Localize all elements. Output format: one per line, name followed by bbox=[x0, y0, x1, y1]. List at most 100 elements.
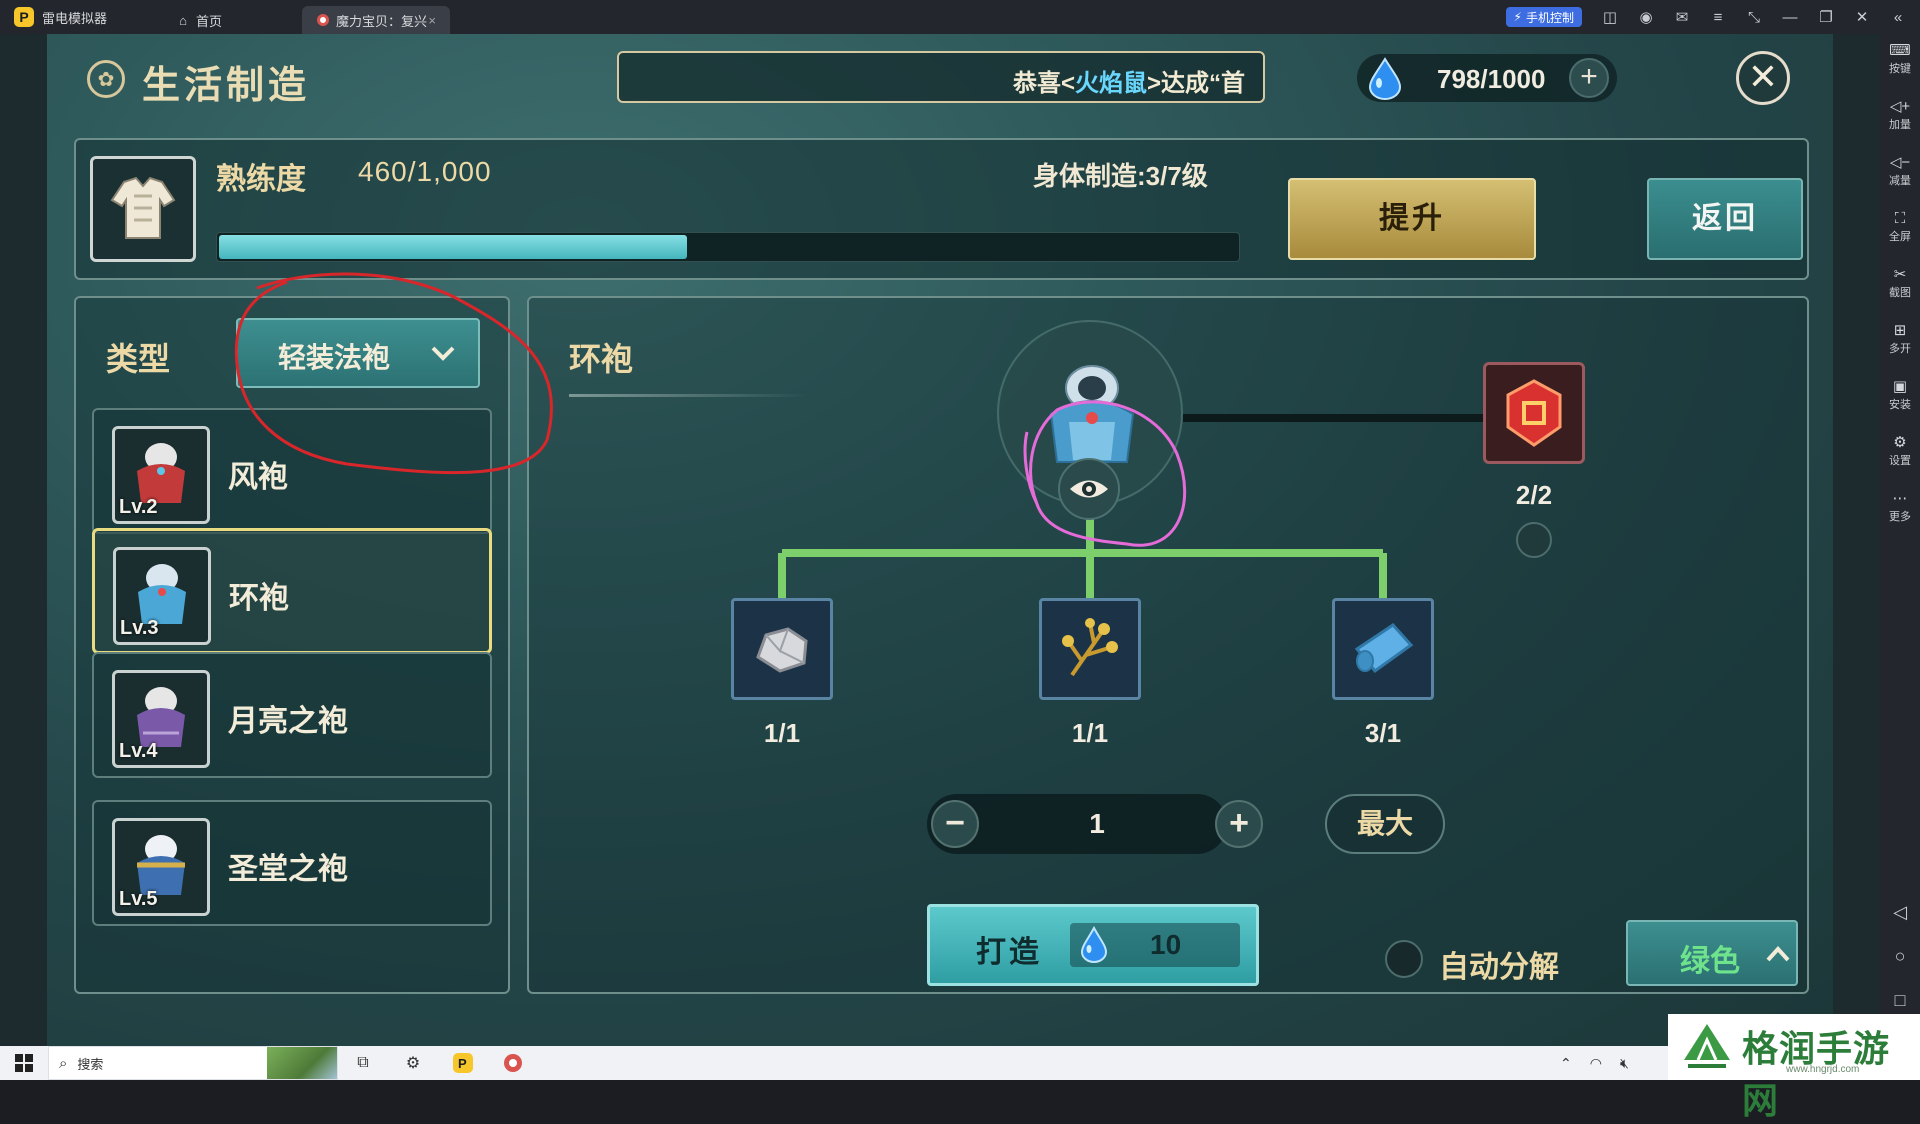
energy-add-button[interactable]: + bbox=[1569, 58, 1609, 98]
watermark-logo bbox=[1684, 1024, 1730, 1068]
volume-up-icon: ◁+ bbox=[1889, 98, 1911, 115]
game-border-right bbox=[1833, 34, 1880, 1046]
preview-eye-button[interactable] bbox=[1058, 458, 1120, 520]
game-icon bbox=[316, 13, 330, 27]
crafting-emblem-icon: ✿ bbox=[87, 60, 125, 98]
tab-home[interactable]: ⌂ 首页 bbox=[162, 6, 302, 34]
system-tray: ⌃ ◠ 🔇︎ bbox=[1560, 1046, 1629, 1080]
sidebar-item-screenshot[interactable]: ✂ 截图 bbox=[1880, 266, 1920, 300]
material-slot-herb[interactable] bbox=[1039, 598, 1141, 700]
search-icon: ⌕ bbox=[59, 1054, 68, 1072]
game-app-icon[interactable] bbox=[488, 1046, 538, 1080]
quantity-minus-button[interactable]: − bbox=[931, 800, 979, 848]
max-quantity-button[interactable]: 最大 bbox=[1325, 794, 1445, 854]
material-slot-cloth[interactable] bbox=[1332, 598, 1434, 700]
sidebar-item-multi[interactable]: ⊞ 多开 bbox=[1880, 322, 1920, 356]
sidebar-item-more[interactable]: ⋯ 更多 bbox=[1880, 490, 1920, 524]
mail-icon[interactable]: ✉ bbox=[1668, 3, 1696, 31]
red-gem-icon bbox=[1506, 379, 1562, 447]
tab-close-icon[interactable]: × bbox=[428, 13, 436, 28]
recipe-item-moon-robe[interactable]: Lv.4 月亮之袍 bbox=[92, 652, 492, 778]
restore-icon[interactable]: ❐ bbox=[1812, 3, 1840, 31]
robe-icon: Lv.4 bbox=[112, 670, 210, 768]
recipe-level: Lv.2 bbox=[119, 496, 158, 518]
robe-icon: Lv.2 bbox=[112, 426, 210, 524]
chevron-down-icon bbox=[431, 346, 455, 361]
wifi-icon[interactable]: ◠ bbox=[1590, 1055, 1602, 1072]
back-nav-icon[interactable]: ◁ bbox=[1880, 902, 1920, 923]
recipe-level: Lv.3 bbox=[120, 617, 159, 639]
gem-slot[interactable] bbox=[1483, 362, 1585, 464]
craft-button[interactable]: 打造 10 bbox=[927, 904, 1259, 986]
more-icon: ⋯ bbox=[1892, 490, 1908, 507]
auto-decompose-toggle[interactable] bbox=[1385, 940, 1423, 978]
recent-nav-icon[interactable]: □ bbox=[1880, 990, 1920, 1011]
os-taskbar: ⌕ 搜索 ⧉ ⚙ P ⌃ ◠ 🔇︎ bbox=[0, 1046, 1920, 1080]
sidebar-item-keys[interactable]: ⌨ 按键 bbox=[1880, 42, 1920, 76]
minimize-icon[interactable]: — bbox=[1776, 3, 1804, 31]
close-window-icon[interactable]: ✕ bbox=[1848, 3, 1876, 31]
type-label: 类型 bbox=[106, 341, 171, 377]
recipe-name: 月亮之袍 bbox=[228, 705, 348, 738]
gem-toggle[interactable] bbox=[1516, 522, 1552, 558]
recipe-name: 风袍 bbox=[228, 461, 288, 494]
material-count: 1/1 bbox=[1071, 718, 1109, 748]
energy-value: 798/1000 bbox=[1437, 64, 1546, 94]
cloth-icon bbox=[1354, 623, 1414, 674]
ldplayer-app-icon[interactable]: P bbox=[438, 1046, 488, 1080]
return-button[interactable]: 返回 bbox=[1647, 178, 1803, 260]
search-highlight-image bbox=[267, 1047, 337, 1079]
eye-icon bbox=[1070, 480, 1108, 498]
announcement-text: 恭喜<火焰鼠>达成“首 bbox=[1012, 70, 1245, 97]
sidebar-item-settings[interactable]: ⚙ 设置 bbox=[1880, 434, 1920, 468]
home-nav-icon[interactable]: ○ bbox=[1880, 946, 1920, 967]
tray-chevron-icon[interactable]: ⌃ bbox=[1560, 1055, 1572, 1072]
close-button[interactable]: ✕ bbox=[1736, 51, 1790, 105]
announcement-banner: 恭喜<火焰鼠>达成“首 bbox=[617, 51, 1265, 103]
craft-button-label: 打造 bbox=[976, 936, 1042, 969]
page-title: 生活制造 bbox=[142, 65, 311, 107]
quality-filter-dropdown[interactable]: 绿色 bbox=[1626, 920, 1798, 986]
recipe-item-wind-robe[interactable]: Lv.2 风袍 bbox=[92, 408, 492, 534]
proficiency-value: 460/1,000 bbox=[358, 156, 492, 187]
recipe-item-holy-robe[interactable]: Lv.5 圣堂之袍 bbox=[92, 800, 492, 926]
lightning-icon: ⚡ bbox=[1513, 10, 1522, 24]
phone-control-button[interactable]: ⚡ 手机控制 bbox=[1505, 7, 1582, 27]
tab-game[interactable]: 魔力宝贝：复兴 × bbox=[302, 6, 450, 34]
collapse-icon[interactable]: « bbox=[1884, 3, 1912, 31]
sidebar-item-install[interactable]: ▣ 安装 bbox=[1880, 378, 1920, 412]
search-placeholder: 搜索 bbox=[77, 1056, 104, 1072]
recipe-item-ring-robe[interactable]: Lv.3 环袍 bbox=[92, 528, 492, 654]
recipe-name: 圣堂之袍 bbox=[228, 853, 348, 886]
craft-cost-value: 10 bbox=[1150, 929, 1182, 960]
material-slot-ore[interactable] bbox=[731, 598, 833, 700]
gamepad-icon[interactable]: ◫ bbox=[1596, 3, 1624, 31]
apk-icon: ▣ bbox=[1892, 378, 1908, 395]
speaker-muted-icon[interactable]: 🔇︎ bbox=[1620, 1055, 1629, 1072]
menu-icon[interactable]: ≡ bbox=[1704, 3, 1732, 31]
sidebar-item-volume-down[interactable]: ◁− 减量 bbox=[1880, 154, 1920, 188]
energy-counter: 798/1000 + bbox=[1357, 54, 1617, 102]
task-view-icon[interactable]: ⧉ bbox=[338, 1046, 388, 1080]
recipe-name: 环袍 bbox=[229, 582, 289, 615]
windows-start-icon[interactable] bbox=[0, 1046, 48, 1080]
upgrade-button[interactable]: 提升 bbox=[1288, 178, 1536, 260]
sidebar-item-fullscreen[interactable]: ⛶ 全屏 bbox=[1880, 210, 1920, 244]
herb-icon bbox=[1062, 618, 1118, 677]
user-icon[interactable]: ◉ bbox=[1632, 3, 1660, 31]
proficiency-label: 熟练度 bbox=[216, 163, 306, 196]
home-icon: ⌂ bbox=[179, 12, 187, 28]
taskbar-search[interactable]: ⌕ 搜索 bbox=[48, 1046, 338, 1080]
recipe-level: Lv.5 bbox=[119, 888, 158, 910]
gear-icon: ⚙ bbox=[1893, 434, 1907, 451]
multi-instance-icon: ⊞ bbox=[1893, 322, 1907, 339]
quantity-plus-button[interactable]: + bbox=[1215, 800, 1263, 848]
shrink-icon[interactable]: ⤡ bbox=[1740, 3, 1768, 31]
settings-app-icon[interactable]: ⚙ bbox=[388, 1046, 438, 1080]
type-dropdown[interactable]: 轻装法袍 bbox=[236, 318, 480, 388]
scissors-icon: ✂ bbox=[1893, 266, 1907, 283]
svg-text:P: P bbox=[458, 1056, 467, 1071]
site-watermark: 格润手游网 www.hngrjd.com bbox=[1668, 1014, 1920, 1121]
robe-icon: Lv.3 bbox=[113, 547, 211, 645]
sidebar-item-volume-up[interactable]: ◁+ 加量 bbox=[1880, 98, 1920, 132]
